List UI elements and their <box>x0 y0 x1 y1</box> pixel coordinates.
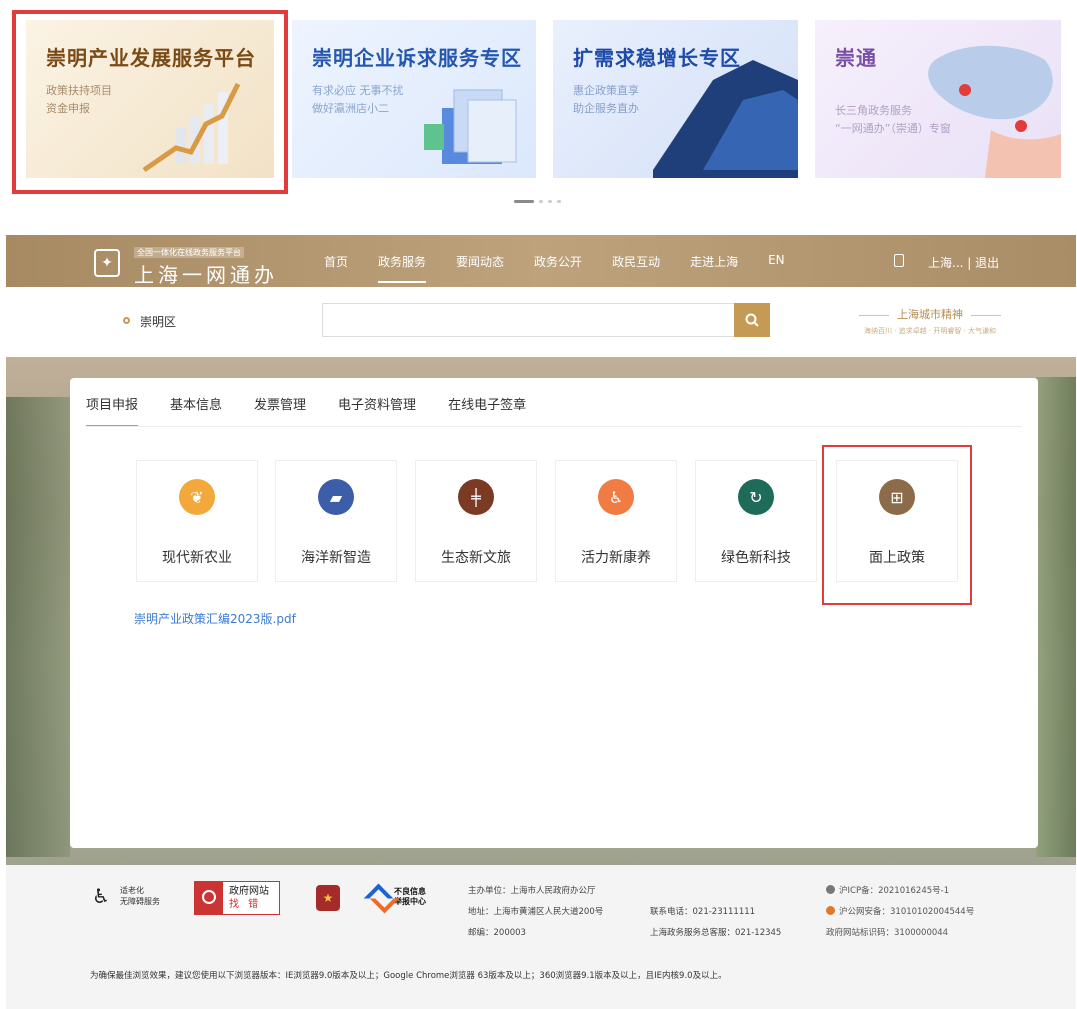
tab-project-apply[interactable]: 项目申报 <box>86 394 139 427</box>
carousel-dot[interactable] <box>539 200 543 203</box>
report-logo-icon <box>366 885 390 909</box>
banner-card-enterprise-service[interactable]: 崇明企业诉求服务专区 有求必应 无事不扰 做好瀛洲店小二 <box>292 20 536 178</box>
tab-invoice[interactable]: 发票管理 <box>254 394 307 427</box>
signpost-icon: ╪ <box>458 479 494 515</box>
footer-hotline: 上海政务服务总客服：021-12345 <box>650 928 782 938</box>
icp-text: 沪ICP备：2021016245号-1 <box>839 886 950 896</box>
accessibility-text: 适老化 无障碍服务 <box>120 885 160 907</box>
background-trees <box>1036 377 1076 857</box>
tab-e-documents[interactable]: 电子资料管理 <box>338 394 417 427</box>
nav-english[interactable]: EN <box>768 235 785 287</box>
report-center-badge[interactable]: 不良信息 举报中心 <box>366 885 426 909</box>
content-panel: 项目申报 基本信息 发票管理 电子资料管理 在线电子签章 ❦ 现代新农业 ▰ 海… <box>70 378 1038 848</box>
tile-label: 绿色新科技 <box>721 550 791 566</box>
carousel-dot[interactable] <box>557 200 561 203</box>
accessibility-badge[interactable]: ♿ 适老化 无障碍服务 <box>92 885 160 907</box>
site-logo-icon[interactable]: ✦ <box>94 249 120 277</box>
ship-icon: ▰ <box>318 479 354 515</box>
search-icon <box>745 313 759 327</box>
policy-pdf-link[interactable]: 崇明产业政策汇编2023版.pdf <box>134 610 296 627</box>
carousel-indicators[interactable] <box>514 200 561 203</box>
find-error-line: 政府网站 <box>229 886 269 897</box>
city-spirit-subtitle: 海纳百川 · 追求卓越 · 开明睿智 · 大气谦和 <box>863 327 997 335</box>
report-line: 不良信息 <box>394 887 426 896</box>
highlight-frame <box>822 445 972 605</box>
tile-label: 活力新康养 <box>581 550 651 566</box>
globe-icon <box>826 885 835 894</box>
footer-registration: 沪ICP备：2021016245号-1 沪公网安备：31010102004544… <box>826 881 974 944</box>
city-spirit-slogan: 上海城市精神 海纳百川 · 追求卓越 · 开明睿智 · 大气谦和 <box>836 306 1024 336</box>
user-logout-link[interactable]: 上海... | 退出 <box>928 254 999 271</box>
banner-card-chongtong[interactable]: 崇通 长三角政务服务 “一网通办”（崇通）专窗 <box>815 20 1061 178</box>
carousel-dot[interactable] <box>548 200 552 203</box>
category-tile-agriculture[interactable]: ❦ 现代新农业 <box>136 460 258 582</box>
category-tile-green-tech[interactable]: ↻ 绿色新科技 <box>695 460 817 582</box>
party-emblem-badge[interactable]: ★ <box>316 885 340 911</box>
footer-postcode: 邮编：200003 <box>468 928 526 938</box>
browser-notice: 为确保最佳浏览效果，建议您使用以下浏览器版本：IE浏览器9.0版本及以上；Goo… <box>90 971 727 981</box>
banner-carousel: 崇明产业发展服务平台 政策扶持项目 资金申报 崇明企业诉求服务专区 有求必应 无… <box>0 0 1077 232</box>
report-center-box: 不良信息 举报中心 <box>366 885 426 909</box>
category-tile-eco-tourism[interactable]: ╪ 生态新文旅 <box>415 460 537 582</box>
map-illustration <box>928 45 1061 178</box>
tile-label: 海洋新智造 <box>301 550 371 566</box>
gov-site-error-badge[interactable]: 政府网站 找 错 <box>194 881 280 915</box>
footer-host: 主办单位：上海市人民政府办公厅 <box>468 886 596 896</box>
banner-card-demand-growth[interactable]: 扩需求稳增长专区 惠企政策直享 助企服务直办 <box>553 20 798 178</box>
nav-gov-open[interactable]: 政务公开 <box>534 235 582 287</box>
category-tile-health[interactable]: ♿ 活力新康养 <box>555 460 677 582</box>
footer-phone-info: 联系电话：021-23111111 上海政务服务总客服：021-12345 <box>650 902 781 944</box>
map-pin-icon <box>959 84 971 96</box>
nav-gov-services[interactable]: 政务服务 <box>378 235 427 287</box>
search-button[interactable] <box>734 303 770 337</box>
site-logo-caption: 全国一体化在线政务服务平台 <box>134 247 244 258</box>
site-logo-text[interactable]: 上海一网通办 <box>134 259 278 288</box>
search-input[interactable] <box>322 303 736 337</box>
main-nav: 首页 政务服务 要闻动态 政务公开 政民互动 走进上海 EN <box>324 235 815 287</box>
tab-bar: 项目申报 基本信息 发票管理 电子资料管理 在线电子签章 <box>86 394 558 427</box>
mobile-icon[interactable] <box>894 254 904 267</box>
police-text: 沪公网安备：31010102004544号 <box>839 907 975 917</box>
footer-phone: 联系电话：021-23111111 <box>650 907 756 917</box>
highlight-frame <box>12 10 288 194</box>
site-id-text: 政府网站标识码：3100000044 <box>826 928 949 938</box>
find-error-line: 找 错 <box>229 899 262 910</box>
police-record[interactable]: 沪公网安备：31010102004544号 <box>826 902 974 923</box>
accessibility-line: 适老化 <box>120 886 144 895</box>
location-pin-icon <box>123 317 130 324</box>
bicycle-icon: ♿ <box>598 479 634 515</box>
search-bar-row: 崇明区 上海城市精神 海纳百川 · 追求卓越 · 开明睿智 · 大气谦和 <box>6 287 1076 357</box>
city-spirit-title: 上海城市精神 <box>836 306 1024 322</box>
tab-divider <box>86 426 1022 427</box>
find-error-box: 政府网站 找 错 <box>194 881 280 915</box>
emblem-icon: ★ <box>316 885 340 911</box>
footer-address: 地址：上海市黄浦区人民大道200号 <box>468 907 604 917</box>
icp-record[interactable]: 沪ICP备：2021016245号-1 <box>826 881 974 902</box>
site-footer: ♿ 适老化 无障碍服务 政府网站 找 错 ★ 不良信息 举报中心 主办单位：上海… <box>6 865 1076 1009</box>
find-error-text: 政府网站 找 错 <box>229 885 269 911</box>
recycle-icon: ↻ <box>738 479 774 515</box>
nav-home[interactable]: 首页 <box>324 235 348 287</box>
tile-label: 现代新农业 <box>162 550 232 566</box>
sprout-icon: ❦ <box>179 479 215 515</box>
documents-illustration <box>424 89 517 164</box>
tile-label: 生态新文旅 <box>441 550 511 566</box>
background-trees <box>6 397 70 857</box>
building-illustration <box>653 60 798 178</box>
nav-news[interactable]: 要闻动态 <box>456 235 504 287</box>
accessibility-line: 无障碍服务 <box>120 897 160 906</box>
category-tile-marine[interactable]: ▰ 海洋新智造 <box>275 460 397 582</box>
magnifier-icon <box>195 882 223 914</box>
site-header: ✦ 全国一体化在线政务服务平台 上海一网通办 首页 政务服务 要闻动态 政务公开… <box>6 235 1076 287</box>
accessibility-icon: ♿ <box>92 884 110 908</box>
nav-shanghai[interactable]: 走进上海 <box>690 235 738 287</box>
location-selector[interactable]: 崇明区 <box>140 313 176 330</box>
tab-e-signature[interactable]: 在线电子签章 <box>448 394 527 427</box>
tab-basic-info[interactable]: 基本信息 <box>170 394 223 427</box>
carousel-dot[interactable] <box>514 200 534 203</box>
police-badge-icon <box>826 906 835 915</box>
map-pin-icon <box>1015 120 1027 132</box>
nav-interaction[interactable]: 政民互动 <box>612 235 660 287</box>
footer-contact-info: 主办单位：上海市人民政府办公厅 地址：上海市黄浦区人民大道200号 邮编：200… <box>468 881 603 944</box>
